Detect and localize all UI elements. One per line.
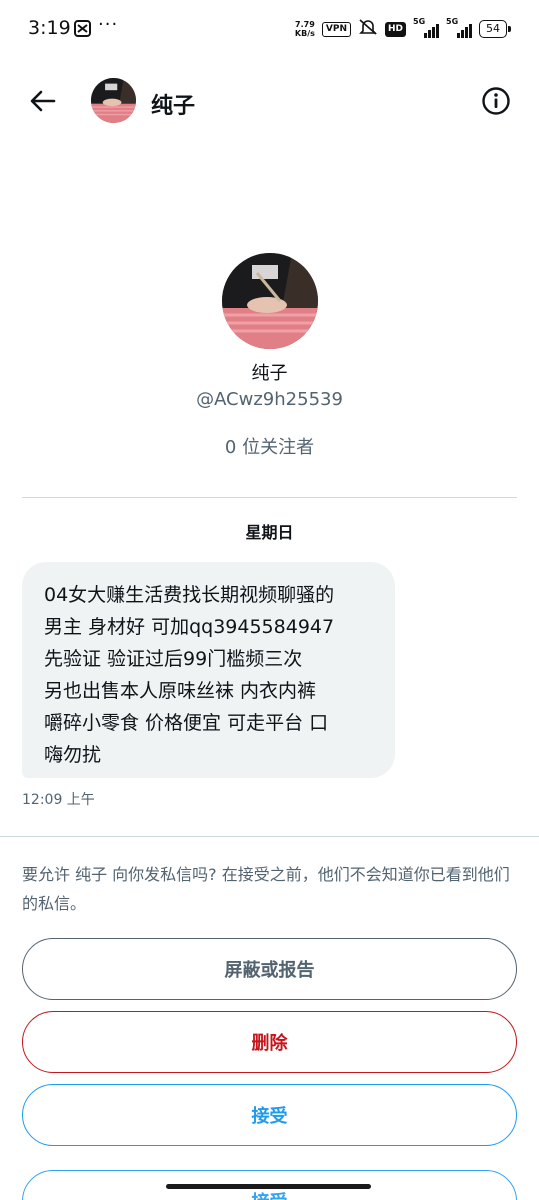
message-text: 04女大赚生活费找长期视频聊骚的 男主 身材好 可加qq3945584947 先…: [44, 584, 335, 766]
battery-indicator: 54: [479, 20, 511, 38]
profile-avatar[interactable]: [221, 253, 318, 349]
divider: [0, 836, 539, 837]
message-bubble[interactable]: 04女大赚生活费找长期视频聊骚的 男主 身材好 可加qq3945584947 先…: [22, 562, 395, 778]
status-time: 3:19: [28, 17, 71, 39]
profile-name: 纯子: [251, 363, 288, 384]
profile-handle: @ACwz9h25539: [196, 389, 343, 410]
accept-button[interactable]: 接受: [22, 1084, 517, 1146]
block-or-report-button[interactable]: 屏蔽或报告: [22, 938, 517, 1000]
home-indicator[interactable]: [166, 1184, 371, 1189]
date-separator: 星期日: [245, 523, 294, 542]
delete-button[interactable]: 删除: [22, 1011, 517, 1073]
more-notifications-icon: ···: [98, 14, 119, 35]
status-indicators: 7.79 KB/s VPN HD 5G 5G 54: [294, 17, 511, 40]
signal-icon-2: 5G: [446, 17, 472, 38]
profile-summary[interactable]: 纯子 @ACwz9h25539 0 位关注者: [0, 253, 539, 459]
hd-badge: HD: [384, 21, 406, 37]
divider: [22, 497, 517, 498]
back-button[interactable]: [26, 84, 60, 118]
arrow-left-icon: [30, 90, 56, 112]
conversation-header: 纯子: [0, 64, 539, 138]
message-timestamp: 12:09 上午: [22, 792, 95, 808]
mute-icon: [358, 18, 378, 40]
header-avatar[interactable]: [91, 78, 136, 123]
header-name[interactable]: 纯子: [151, 88, 195, 120]
follower-count: 0 位关注者: [224, 437, 315, 458]
message-request-prompt: 要允许 纯子 向你发私信吗? 在接受之前，他们不会知道你已看到他们的私信。: [22, 865, 510, 913]
info-button[interactable]: [479, 84, 513, 118]
signal-icon: 5G: [413, 17, 439, 38]
status-bar: 3:19 ··· 7.79 KB/s VPN HD 5G 5G 54: [0, 0, 539, 60]
info-icon: [482, 87, 510, 115]
network-speed: 7.79 KB/s: [294, 20, 315, 38]
vpn-badge: VPN: [321, 21, 351, 37]
capcut-icon: [74, 20, 91, 37]
